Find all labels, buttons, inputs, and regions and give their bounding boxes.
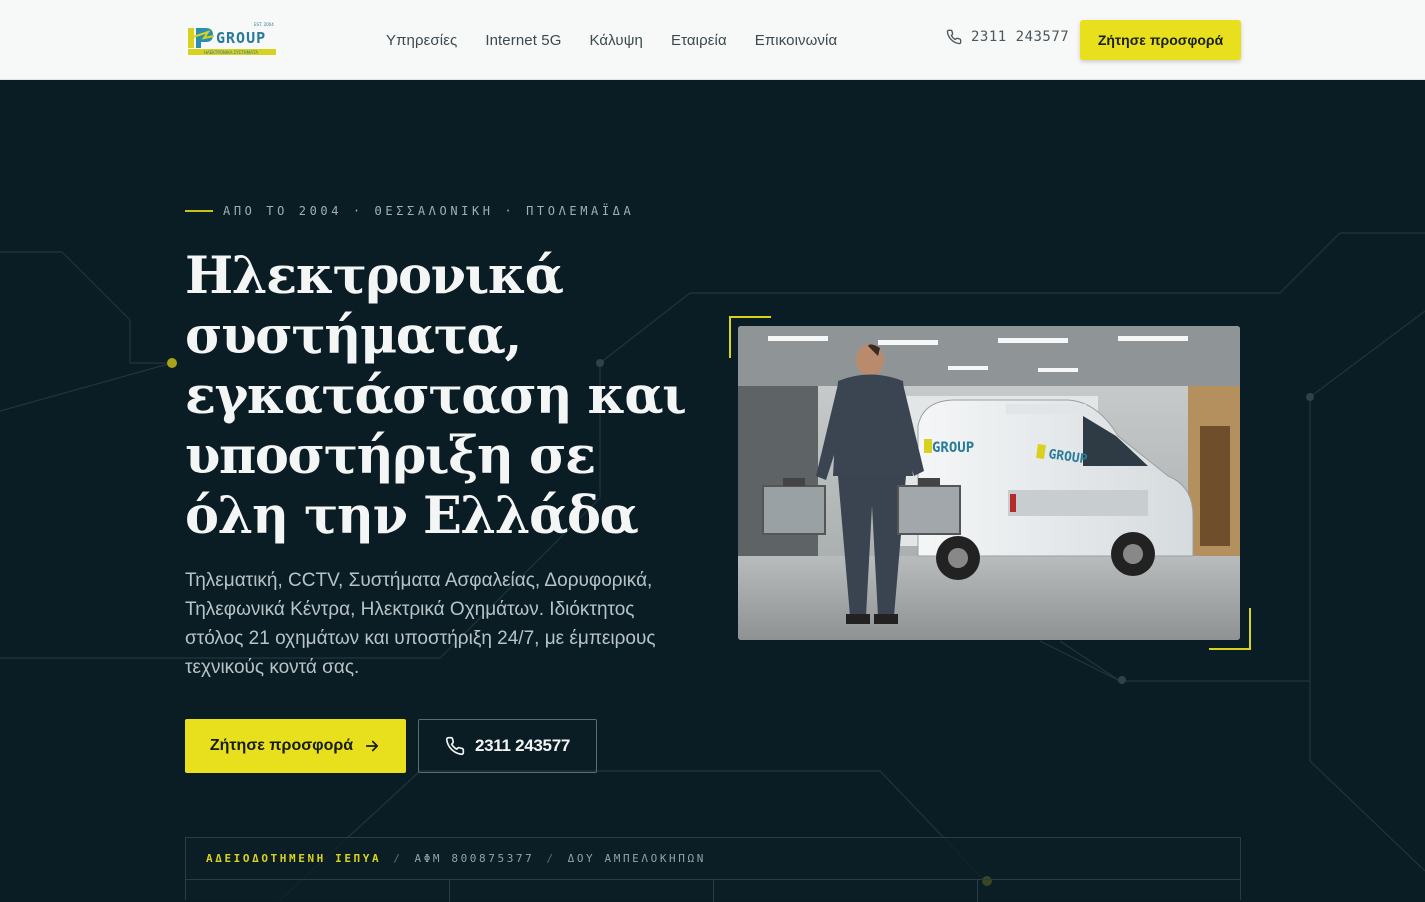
grid-divider xyxy=(977,880,978,902)
company-credentials: ΑΔΕΙΟΔΟΤΗΜΕΝΗ ΙΕΠΥΑ / ΑΦΜ 800875377 / ΔΟ… xyxy=(206,852,706,865)
license-badge: ΑΔΕΙΟΔΟΤΗΜΕΝΗ ΙΕΠΥΑ xyxy=(206,852,382,865)
company-logo[interactable]: GROUP EST. 2004 ΗΛΕΚΤΡΟΝΙΚΑ ΣΥΣΤΗΜΑΤΑ xyxy=(186,20,278,58)
grid-divider xyxy=(449,880,450,902)
eyebrow-text: ΑΠΟ ΤΟ 2004 · ΘΕΣΣΑΛΟΝΙΚΗ · ΠΤΟΛΕΜΑΪΔΑ xyxy=(223,204,635,218)
hero-quote-label: Ζήτησε προσφορά xyxy=(209,737,354,754)
grid-divider xyxy=(713,880,714,902)
nav-item-internet-5g[interactable]: Internet 5G xyxy=(485,32,561,49)
hero-eyebrow: ΑΠΟ ΤΟ 2004 · ΘΕΣΣΑΛΟΝΙΚΗ · ΠΤΟΛΕΜΑΪΔΑ xyxy=(185,204,634,218)
arrow-right-icon xyxy=(363,737,381,755)
van-logo-rear: GROUP xyxy=(932,440,974,456)
hero-call-button[interactable]: 2311 243577 xyxy=(418,719,597,773)
stats-grid xyxy=(186,879,1240,902)
header-phone-number: 2311 243577 xyxy=(971,29,1070,45)
company-info-strip: ΑΔΕΙΟΔΟΤΗΜΕΝΗ ΙΕΠΥΑ / ΑΦΜ 800875377 / ΔΟ… xyxy=(185,837,1241,902)
nav-item-services[interactable]: Υπηρεσίες xyxy=(386,32,457,49)
hero-headline: Ηλεκτρονικά συστήματα, εγκατάσταση και υ… xyxy=(185,246,687,546)
site-header: GROUP EST. 2004 ΗΛΕΚΤΡΟΝΙΚΑ ΣΥΣΤΗΜΑΤΑ Υπ… xyxy=(0,0,1425,80)
phone-icon xyxy=(946,29,962,45)
photo-corner-bottom-right xyxy=(1209,608,1251,650)
eyebrow-accent-line xyxy=(185,210,213,212)
vat-number: ΑΦΜ 800875377 xyxy=(414,852,535,865)
header-phone-link[interactable]: 2311 243577 xyxy=(946,29,1069,45)
hero-photo-technician-van: GROUP GROUP xyxy=(738,326,1240,640)
nav-item-company[interactable]: Εταιρεία xyxy=(671,32,727,49)
logo-est: EST. 2004 xyxy=(254,22,274,27)
tax-office: ΔΟΥ ΑΜΠΕΛΟΚΗΠΩΝ xyxy=(567,852,706,865)
separator: / xyxy=(393,852,403,865)
nav-item-coverage[interactable]: Κάλυψη xyxy=(589,32,642,49)
separator: / xyxy=(546,852,556,865)
logo-text: GROUP xyxy=(216,29,266,47)
hero-call-label: 2311 243577 xyxy=(474,736,571,755)
hero-subtitle: Τηλεματική, CCTV, Συστήματα Ασφαλείας, Δ… xyxy=(185,570,656,678)
logo-tagline: ΗΛΕΚΤΡΟΝΙΚΑ ΣΥΣΤΗΜΑΤΑ xyxy=(204,50,258,55)
header-quote-button[interactable]: Ζήτησε προσφορά xyxy=(1080,20,1241,60)
main-navigation: Υπηρεσίες Internet 5G Κάλυψη Εταιρεία Επ… xyxy=(386,0,865,80)
nav-item-contact[interactable]: Επικοινωνία xyxy=(755,32,838,49)
phone-icon xyxy=(445,736,465,756)
hero-quote-button[interactable]: Ζήτησε προσφορά xyxy=(185,719,406,773)
